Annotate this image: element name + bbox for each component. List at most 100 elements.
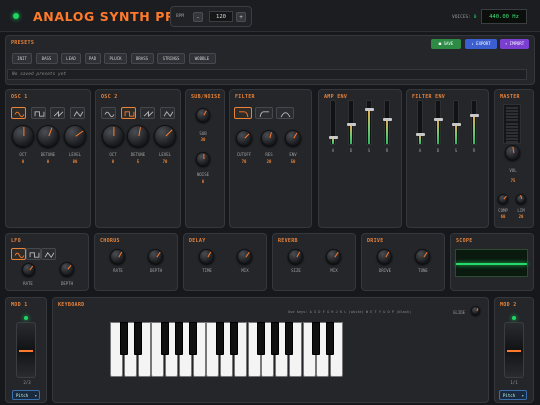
piano-black-key[interactable]: [188, 322, 197, 355]
osc2-saw-wave-button[interactable]: [140, 107, 155, 119]
master-comp-knob[interactable]: [498, 194, 508, 204]
preset-button-init[interactable]: INIT: [12, 53, 32, 64]
chorus-rate-knob[interactable]: [110, 249, 125, 264]
fader-cap[interactable]: [434, 118, 443, 122]
piano-black-key[interactable]: [161, 322, 169, 355]
piano-black-key[interactable]: [216, 322, 224, 355]
scope-display: [455, 249, 528, 277]
preset-button-wobble[interactable]: WOBBLE: [188, 53, 216, 64]
reverb-size-knob[interactable]: [288, 249, 303, 264]
drive-drive-knob[interactable]: [377, 249, 392, 264]
osc1-level-knob[interactable]: [64, 125, 86, 147]
osc2-square-wave-button[interactable]: [120, 107, 136, 119]
osc2-sine-wave-button[interactable]: [101, 107, 116, 119]
filterenv-d-fader[interactable]: [434, 100, 443, 145]
fader-cap[interactable]: [365, 107, 374, 111]
master-volume-knob[interactable]: [505, 145, 520, 160]
lfo-sine-button[interactable]: [11, 248, 26, 260]
filterenv-s-fader[interactable]: [452, 100, 461, 145]
delay-time-knob[interactable]: [199, 249, 214, 264]
ampenv-a-fader[interactable]: [329, 100, 338, 145]
subnoise-title: SUB/NOISE: [191, 94, 221, 100]
preset-button-brass[interactable]: BRASS: [130, 53, 154, 64]
osc2-oct-knob[interactable]: [102, 125, 124, 147]
meter-segment: [506, 113, 518, 116]
ampenv-s-fader[interactable]: [365, 100, 374, 145]
piano-black-key[interactable]: [174, 322, 183, 355]
osc1-saw-wave-button[interactable]: [50, 107, 65, 119]
drive-tone-knob[interactable]: [415, 249, 430, 264]
filter-env-knob[interactable]: [285, 130, 301, 146]
piano-black-key[interactable]: [119, 322, 128, 355]
filter-lowpass-button[interactable]: [234, 107, 252, 119]
bpm-input[interactable]: 120: [209, 11, 233, 22]
osc1-oct-knob[interactable]: [12, 125, 34, 147]
delay-mix-knob[interactable]: [237, 249, 252, 264]
ampenv-r-fader[interactable]: [383, 100, 392, 145]
mod2-target-select[interactable]: Pitch ▾: [499, 390, 527, 400]
fader-cap[interactable]: [452, 122, 461, 126]
piano-black-key[interactable]: [271, 322, 279, 355]
ampenv-r-label: R: [385, 148, 389, 153]
lfo-depth-label: DEPTH: [60, 281, 74, 286]
fader-cap[interactable]: [347, 122, 356, 126]
sub-knob[interactable]: [196, 108, 210, 122]
osc1-level-value: 80: [72, 159, 78, 164]
filter-cutoff-knob[interactable]: [236, 130, 252, 146]
reverb-title: REVERB: [278, 238, 298, 244]
osc1-sine-wave-button[interactable]: [11, 107, 26, 119]
piano-black-key[interactable]: [133, 322, 142, 355]
lfo-depth-knob[interactable]: [60, 262, 74, 276]
piano-black-key[interactable]: [257, 322, 266, 355]
filterenv-a-fader[interactable]: [416, 100, 425, 145]
chorus-depth-knob[interactable]: [148, 249, 163, 264]
osc2-detune-label: DETUNE: [130, 152, 146, 157]
save-button[interactable]: ■ SAVE: [431, 39, 461, 49]
delay-title: DELAY: [189, 238, 206, 244]
reverb-panel: REVERB: [272, 233, 356, 291]
osc2-level-knob[interactable]: [154, 125, 176, 147]
reverb-mix-knob[interactable]: [326, 249, 341, 264]
osc1-detune-knob[interactable]: [37, 125, 59, 147]
fader-cap[interactable]: [383, 118, 392, 122]
export-button[interactable]: ↓ EXPORT: [465, 39, 497, 49]
import-button[interactable]: ↑ IMPORT: [500, 39, 529, 49]
preset-button-bass[interactable]: BASS: [35, 53, 58, 64]
filter-bandpass-button[interactable]: [276, 107, 294, 119]
piano-black-key[interactable]: [284, 322, 293, 355]
mod1-target-select[interactable]: Pitch ▾: [12, 390, 40, 400]
lfo-square-button[interactable]: [26, 248, 41, 260]
mod2-wheel[interactable]: [504, 322, 524, 378]
piano-black-key[interactable]: [229, 322, 238, 355]
osc2-tri-wave-button[interactable]: [159, 107, 175, 119]
preset-button-lead[interactable]: LEAD: [61, 53, 81, 64]
preset-button-pluck[interactable]: PLUCK: [104, 53, 127, 64]
master-lim-knob[interactable]: [516, 194, 526, 204]
osc1-tri-wave-button[interactable]: [69, 107, 85, 119]
preset-button-pad[interactable]: PAD: [84, 53, 101, 64]
mod1-wheel[interactable]: [16, 322, 36, 378]
osc1-square-wave-button[interactable]: [30, 107, 46, 119]
noise-knob[interactable]: [196, 152, 210, 166]
filter-res-knob[interactable]: [261, 130, 277, 146]
piano-black-key[interactable]: [326, 322, 334, 355]
filter-highpass-button[interactable]: [255, 107, 273, 119]
highpass-icon: [259, 111, 269, 118]
glide-knob[interactable]: [471, 306, 480, 315]
piano-black-key[interactable]: [312, 322, 321, 355]
bpm-decrease-button[interactable]: -: [193, 12, 203, 22]
bpm-increase-button[interactable]: +: [236, 12, 246, 22]
osc2-detune-knob[interactable]: [127, 125, 149, 147]
lfo-tri-button[interactable]: [41, 248, 56, 260]
fader-cap[interactable]: [329, 135, 338, 139]
lfo-title: LFO: [11, 238, 21, 244]
ampenv-d-fader[interactable]: [347, 100, 356, 145]
fader-cap[interactable]: [416, 133, 425, 137]
filterenv-r-fader[interactable]: [470, 100, 479, 145]
chorus-rate-label: RATE: [113, 268, 123, 273]
fader-cap[interactable]: [470, 114, 479, 118]
lfo-rate-knob[interactable]: [22, 263, 35, 276]
scope-title: SCOPE: [456, 238, 473, 244]
master-level-meter: [503, 104, 521, 144]
preset-button-strings[interactable]: STRINGS: [157, 53, 185, 64]
